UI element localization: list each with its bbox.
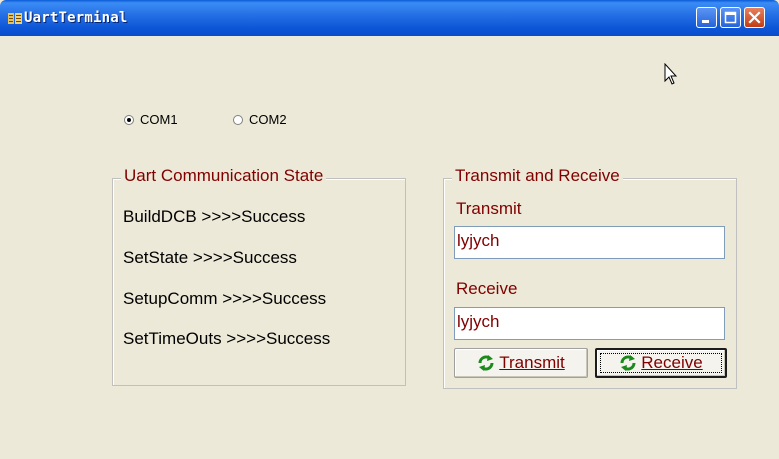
receive-input[interactable]: lyjych — [454, 307, 725, 340]
receive-button[interactable]: Receive — [595, 348, 727, 378]
radio-unchecked-icon — [233, 114, 243, 125]
maximize-button[interactable] — [720, 7, 741, 28]
state-group-title: Uart Communication State — [121, 166, 327, 186]
state-line-setstate: SetState >>>>Success — [123, 248, 297, 267]
transmit-label: Transmit — [456, 199, 522, 218]
receive-label: Receive — [456, 279, 518, 298]
uart-terminal-window: UartTerminal COM1 COM2 Uart Communicatio… — [0, 0, 779, 459]
focus-rect — [600, 353, 722, 373]
mouse-cursor-icon — [664, 63, 678, 85]
window-title: UartTerminal — [24, 10, 128, 26]
radio-com2[interactable]: COM2 — [233, 112, 287, 127]
transmit-button[interactable]: Transmit — [454, 348, 588, 378]
app-icon — [8, 13, 22, 24]
title-bar[interactable]: UartTerminal — [0, 0, 779, 36]
state-line-settimeouts: SetTimeOuts >>>>Success — [123, 329, 331, 348]
maximize-icon — [724, 11, 737, 24]
refresh-icon — [478, 355, 494, 371]
transmit-input[interactable]: lyjych — [454, 226, 725, 259]
close-button[interactable] — [744, 7, 765, 28]
radio-com2-label: COM2 — [249, 112, 287, 127]
radio-checked-icon — [124, 114, 134, 125]
transmit-button-label: Transmit — [499, 353, 565, 372]
minimize-icon — [702, 20, 709, 23]
radio-com1-label: COM1 — [140, 112, 178, 127]
state-line-builddcb: BuildDCB >>>>Success — [123, 207, 306, 226]
radio-com1[interactable]: COM1 — [124, 112, 178, 127]
transmit-receive-group-title: Transmit and Receive — [452, 166, 623, 186]
close-icon — [748, 11, 761, 24]
state-line-setupcomm: SetupComm >>>>Success — [123, 289, 327, 308]
minimize-button[interactable] — [696, 7, 717, 28]
